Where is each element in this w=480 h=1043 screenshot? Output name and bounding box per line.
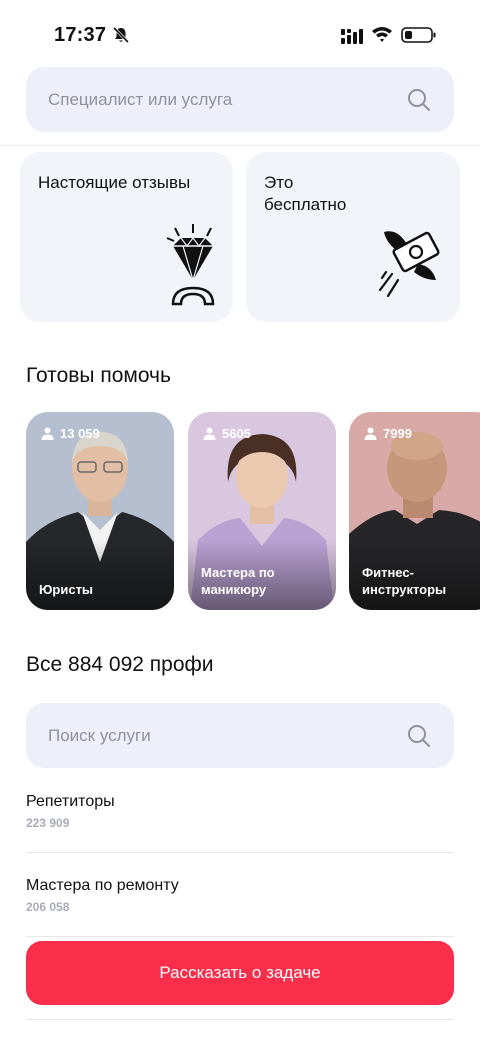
- bell-muted-icon: [112, 26, 130, 44]
- status-bar: 17:37: [0, 0, 480, 68]
- promo-label: Настоящие отзывы: [38, 173, 191, 192]
- user-icon: [203, 427, 216, 440]
- pro-count: 7999: [364, 426, 412, 441]
- search-placeholder: Специалист или услуга: [48, 90, 233, 109]
- pro-card-fitness[interactable]: 7999 Фитнес-инструкторы: [349, 412, 480, 610]
- service-search-input[interactable]: Поиск услуги: [26, 703, 454, 768]
- divider: [26, 1019, 454, 1020]
- cellular-signal-icon: [341, 29, 363, 44]
- search-placeholder: Поиск услуги: [48, 726, 151, 745]
- pro-card-lawyers[interactable]: 13 059 Юристы: [26, 412, 174, 610]
- pro-card-manicure[interactable]: 5605 Мастера по маникюру: [188, 412, 336, 610]
- specialist-search-input[interactable]: Специалист или услуга: [26, 67, 454, 132]
- search-icon: [408, 89, 430, 111]
- section-title-ready: Готовы помочь: [26, 364, 171, 387]
- divider: [26, 936, 454, 937]
- promo-label: Это бесплатно: [264, 173, 347, 214]
- category-name: Мастера по ремонту: [26, 877, 179, 894]
- divider: [0, 145, 480, 146]
- pro-count-value: 7999: [383, 426, 412, 441]
- pro-count: 13 059: [41, 426, 100, 441]
- pro-card-name: Юристы: [39, 582, 94, 597]
- wifi-icon: [372, 27, 392, 42]
- category-name: Репетиторы: [26, 793, 115, 810]
- search-icon: [408, 725, 430, 747]
- category-count: 223 909: [26, 816, 70, 830]
- status-time: 17:37: [54, 24, 107, 46]
- category-count: 206 058: [26, 900, 70, 914]
- describe-task-button[interactable]: Рассказать о задаче: [26, 941, 454, 1005]
- flying-money-icon: [378, 231, 440, 298]
- section-title-all: Все 884 092 профи: [26, 653, 214, 676]
- promo-card-free[interactable]: Это бесплатно: [246, 152, 460, 322]
- pro-card-name: Мастера по маникюру: [201, 565, 275, 597]
- divider: [26, 852, 454, 853]
- battery-icon: [401, 27, 436, 43]
- promo-card-reviews[interactable]: Настоящие отзывы: [20, 152, 233, 322]
- category-item-repair[interactable]: Мастера по ремонту 206 058: [26, 877, 454, 937]
- category-item-tutors[interactable]: Репетиторы 223 909: [26, 793, 454, 853]
- pro-count: 5605: [203, 426, 251, 441]
- diamond-icon: [166, 224, 215, 306]
- photo-shade: [26, 540, 174, 610]
- pro-count-value: 5605: [222, 426, 251, 441]
- pro-count-value: 13 059: [60, 426, 100, 441]
- user-icon: [41, 427, 54, 440]
- pro-card-name: Фитнес-инструкторы: [362, 565, 447, 597]
- user-icon: [364, 427, 377, 440]
